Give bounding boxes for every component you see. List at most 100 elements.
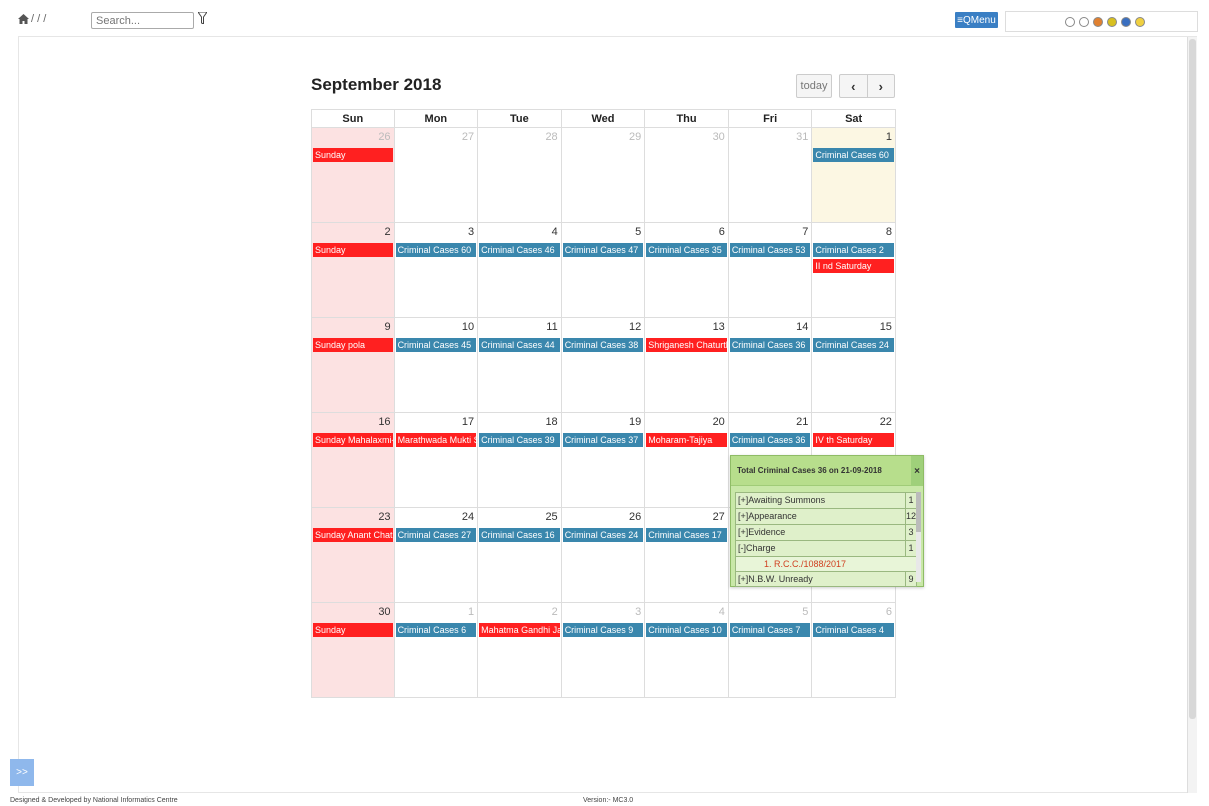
holiday-event[interactable]: Shriganesh Chaturthi xyxy=(646,338,727,352)
close-icon[interactable]: × xyxy=(911,456,923,486)
calendar-day-cell[interactable]: 28 xyxy=(478,128,562,223)
calendar-day-cell[interactable]: 1 Criminal Cases 60 xyxy=(812,128,896,223)
cases-event[interactable]: Criminal Cases 60 xyxy=(395,243,477,257)
calendar-day-cell[interactable]: 13 Shriganesh Chaturthi xyxy=(645,318,729,413)
holiday-event[interactable]: Sunday pola xyxy=(313,338,393,352)
theme-dot-1[interactable] xyxy=(1079,16,1089,27)
calendar-day-cell[interactable]: 18 Criminal Cases 39 xyxy=(478,413,562,508)
calendar-day-cell[interactable]: 14 Criminal Cases 36 xyxy=(728,318,813,413)
theme-dot-5[interactable] xyxy=(1135,16,1145,27)
calendar-day-cell[interactable]: 31 xyxy=(728,128,813,223)
cases-event[interactable]: Criminal Cases 38 xyxy=(562,338,644,352)
calendar-day-cell[interactable]: 4 Criminal Cases 10 xyxy=(645,603,729,698)
cases-event[interactable]: Criminal Cases 27 xyxy=(395,528,477,542)
holiday-event[interactable]: Mahatma Gandhi Jaya xyxy=(479,623,560,637)
next-month-button[interactable]: › xyxy=(868,75,895,97)
calendar-day-cell[interactable]: 30 Sunday xyxy=(311,603,395,698)
cases-event[interactable]: Criminal Cases 16 xyxy=(479,528,560,542)
holiday-event[interactable]: Sunday xyxy=(313,243,393,257)
calendar-day-cell[interactable]: 19 Criminal Cases 37 xyxy=(561,413,646,508)
filter-icon[interactable] xyxy=(197,11,208,29)
calendar-day-cell[interactable]: 25 Criminal Cases 16 xyxy=(478,508,562,603)
cases-event[interactable]: Criminal Cases 2 xyxy=(813,243,894,257)
calendar-day-cell[interactable]: 4 Criminal Cases 46 xyxy=(478,223,562,318)
calendar-day-cell[interactable]: 17 Marathwada Mukti Sa xyxy=(394,413,479,508)
cases-event[interactable]: Criminal Cases 35 xyxy=(646,243,727,257)
calendar-day-cell[interactable]: 24 Criminal Cases 27 xyxy=(394,508,479,603)
cases-event[interactable]: Criminal Cases 45 xyxy=(395,338,477,352)
calendar-day-cell[interactable]: 3 Criminal Cases 9 xyxy=(561,603,646,698)
calendar-day-cell[interactable]: 23 Sunday Anant Chaturi xyxy=(311,508,395,603)
cases-event[interactable]: Criminal Cases 17 xyxy=(646,528,727,542)
holiday-event[interactable]: II nd Saturday xyxy=(813,259,894,273)
search-input[interactable] xyxy=(91,12,194,29)
theme-dot-3[interactable] xyxy=(1107,16,1117,27)
calendar-day-cell[interactable]: 5 Criminal Cases 7 xyxy=(728,603,813,698)
cases-event[interactable]: Criminal Cases 46 xyxy=(479,243,560,257)
calendar-day-cell[interactable]: 27 xyxy=(394,128,479,223)
calendar-day-cell[interactable]: 8 Criminal Cases 2 II nd Saturday xyxy=(812,223,896,318)
cases-event[interactable]: Criminal Cases 6 xyxy=(395,623,477,637)
calendar-day-cell[interactable]: 10 Criminal Cases 45 xyxy=(394,318,479,413)
prev-month-button[interactable]: ‹ xyxy=(840,75,868,97)
calendar-day-cell[interactable]: 11 Criminal Cases 44 xyxy=(478,318,562,413)
calendar-day-cell[interactable]: 15 Criminal Cases 24 xyxy=(812,318,896,413)
cases-event[interactable]: Criminal Cases 44 xyxy=(479,338,560,352)
cases-event[interactable]: Criminal Cases 47 xyxy=(562,243,644,257)
case-link[interactable]: 1. R.C.C./1088/2017 xyxy=(735,556,917,571)
theme-dot-2[interactable] xyxy=(1093,16,1103,27)
sidebar-toggle-button[interactable]: >> xyxy=(10,759,34,786)
scrollbar-thumb[interactable] xyxy=(1189,39,1196,719)
today-button[interactable]: today xyxy=(796,74,832,98)
calendar-day-cell[interactable]: 3 Criminal Cases 60 xyxy=(394,223,479,318)
holiday-event[interactable]: Sunday xyxy=(313,623,393,637)
holiday-event[interactable]: Sunday Anant Chaturi xyxy=(313,528,393,542)
qmenu-button[interactable]: ≡QMenu xyxy=(955,12,998,28)
calendar-day-cell[interactable]: 27 Criminal Cases 17 xyxy=(645,508,729,603)
cases-event[interactable]: Criminal Cases 7 xyxy=(729,623,811,637)
page-scrollbar[interactable] xyxy=(1187,37,1197,793)
holiday-event[interactable]: Sunday xyxy=(313,148,393,162)
cases-event[interactable]: Criminal Cases 24 xyxy=(813,338,894,352)
popover-body: [+]Awaiting Summons 1 [+]Appearance 12 [+]Ev… xyxy=(735,492,917,587)
cases-event[interactable]: Criminal Cases 36 xyxy=(729,338,811,352)
popover-row[interactable]: [+]Evidence 3 xyxy=(735,524,917,540)
holiday-event[interactable]: IV th Saturday xyxy=(813,433,894,447)
calendar-day-cell[interactable]: 26 Criminal Cases 24 xyxy=(561,508,646,603)
calendar-day-cell[interactable]: 29 xyxy=(561,128,646,223)
popover-row[interactable]: [-]Charge 1 xyxy=(735,540,917,556)
home-icon[interactable] xyxy=(18,14,29,24)
calendar-day-cell[interactable]: 5 Criminal Cases 47 xyxy=(561,223,646,318)
cases-event[interactable]: Criminal Cases 37 xyxy=(562,433,644,447)
holiday-event[interactable]: Moharam-Tajiya xyxy=(646,433,727,447)
popover-row[interactable]: [+]Appearance 12 xyxy=(735,508,917,524)
calendar-day-cell[interactable]: 20 Moharam-Tajiya xyxy=(645,413,729,508)
calendar-day-cell[interactable]: 2 Sunday xyxy=(311,223,395,318)
calendar-day-cell[interactable]: 26 Sunday xyxy=(311,128,395,223)
calendar-day-cell[interactable]: 16 Sunday Mahalaxmi-G xyxy=(311,413,395,508)
cases-event[interactable]: Criminal Cases 36 xyxy=(729,433,811,447)
calendar-day-cell[interactable]: 7 Criminal Cases 53 xyxy=(728,223,813,318)
calendar-day-cell[interactable]: 6 Criminal Cases 4 xyxy=(812,603,896,698)
holiday-event[interactable]: Marathwada Mukti Sa xyxy=(395,433,477,447)
theme-dot-0[interactable] xyxy=(1065,16,1075,27)
cases-event[interactable]: Criminal Cases 39 xyxy=(479,433,560,447)
theme-dot-4[interactable] xyxy=(1121,16,1131,27)
holiday-event[interactable]: Sunday Mahalaxmi-G xyxy=(313,433,393,447)
calendar-day-cell[interactable]: 1 Criminal Cases 6 xyxy=(394,603,479,698)
calendar-day-cell[interactable]: 6 Criminal Cases 35 xyxy=(645,223,729,318)
calendar-day-cell[interactable]: 30 xyxy=(645,128,729,223)
cases-event[interactable]: Criminal Cases 4 xyxy=(813,623,894,637)
calendar-day-cell[interactable]: 12 Criminal Cases 38 xyxy=(561,318,646,413)
cases-event[interactable]: Criminal Cases 9 xyxy=(562,623,644,637)
popover-scroll-thumb[interactable] xyxy=(916,492,921,532)
popover-row[interactable]: [+]Awaiting Summons 1 xyxy=(735,492,917,508)
popover-scrollbar[interactable] xyxy=(916,492,921,582)
cases-event[interactable]: Criminal Cases 60 xyxy=(813,148,894,162)
cases-event[interactable]: Criminal Cases 10 xyxy=(646,623,727,637)
calendar-day-cell[interactable]: 9 Sunday pola xyxy=(311,318,395,413)
cases-event[interactable]: Criminal Cases 53 xyxy=(729,243,811,257)
popover-row[interactable]: [+]N.B.W. Unready 9 xyxy=(735,571,917,587)
calendar-day-cell[interactable]: 2 Mahatma Gandhi Jaya xyxy=(478,603,562,698)
cases-event[interactable]: Criminal Cases 24 xyxy=(562,528,644,542)
